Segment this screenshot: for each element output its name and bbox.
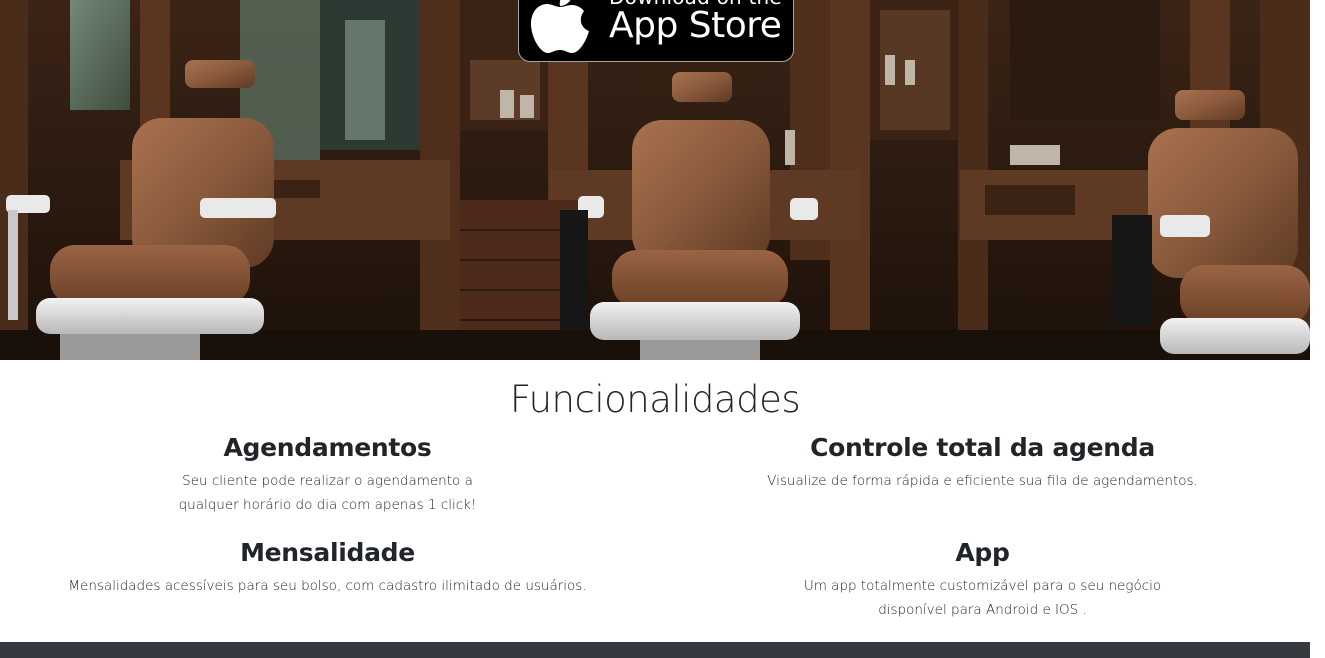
feature-description: Seu cliente pode realizar o agendamento …	[0, 469, 655, 517]
feature-description-line: Visualize de forma rápida e eficiente su…	[767, 473, 1198, 489]
feature-description: Mensalidades acessíveis para seu bolso, …	[0, 574, 655, 598]
feature-description-line: disponível para Android e IOS .	[878, 602, 1087, 618]
feature-description: Visualize de forma rápida e eficiente su…	[655, 469, 1310, 493]
feature-heading: Agendamentos	[223, 433, 432, 462]
section-title: Funcionalidades	[509, 378, 801, 421]
hero-banner: Download on the App Store	[0, 0, 1310, 360]
feature-description-line: qualquer horário do dia com apenas 1 cli…	[178, 497, 477, 513]
feature-heading: Mensalidade	[240, 538, 415, 567]
feature-controle-agenda: Controle total da agenda Visualize de fo…	[655, 433, 1310, 493]
feature-description-line: Um app totalmente customizável para o se…	[803, 578, 1162, 594]
feature-mensalidade: Mensalidade Mensalidades acessíveis para…	[0, 538, 655, 598]
badge-store-label: App Store	[609, 5, 782, 46]
apple-icon	[531, 0, 589, 53]
feature-app: App Um app totalmente customizável para …	[655, 538, 1310, 622]
feature-description-line: Mensalidades acessíveis para seu bolso, …	[68, 578, 587, 594]
feature-description: Um app totalmente customizável para o se…	[655, 574, 1310, 622]
app-store-badge[interactable]: Download on the App Store	[518, 0, 794, 62]
feature-heading: Controle total da agenda	[810, 433, 1155, 462]
feature-heading: App	[955, 538, 1010, 567]
footer-bar	[0, 642, 1310, 658]
feature-description-line: Seu cliente pode realizar o agendamento …	[182, 473, 473, 489]
feature-agendamentos: Agendamentos Seu cliente pode realizar o…	[0, 433, 655, 517]
